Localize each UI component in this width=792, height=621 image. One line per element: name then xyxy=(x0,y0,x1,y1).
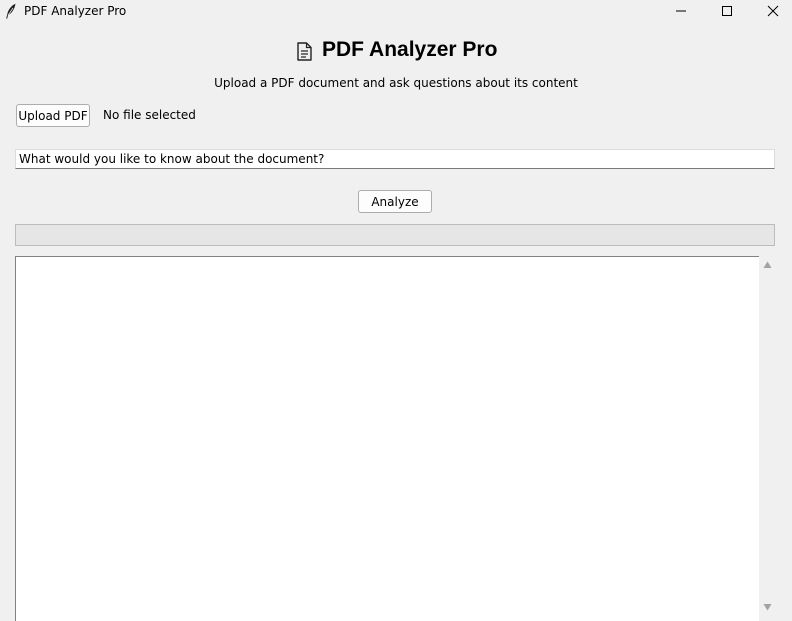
upload-pdf-button[interactable]: Upload PDF xyxy=(16,104,90,127)
scroll-up-arrow-icon[interactable] xyxy=(763,261,772,269)
minimize-icon xyxy=(676,10,686,12)
window-title: PDF Analyzer Pro xyxy=(24,4,127,18)
progress-bar xyxy=(15,224,775,246)
analyze-button[interactable]: Analyze xyxy=(358,190,432,213)
question-input[interactable] xyxy=(15,149,775,169)
close-button[interactable] xyxy=(750,0,792,22)
close-icon xyxy=(767,5,779,17)
file-status-label: No file selected xyxy=(103,108,196,122)
output-text-area[interactable] xyxy=(15,256,759,621)
minimize-button[interactable] xyxy=(658,0,704,22)
maximize-button[interactable] xyxy=(704,0,750,22)
scroll-down-arrow-icon[interactable] xyxy=(763,603,772,611)
document-icon xyxy=(297,42,312,61)
page-title: PDF Analyzer Pro xyxy=(322,38,498,61)
window-title-bar[interactable]: PDF Analyzer Pro xyxy=(0,0,792,22)
output-scrollbar[interactable] xyxy=(759,256,776,621)
page-subtitle: Upload a PDF document and ask questions … xyxy=(214,76,578,90)
feather-icon xyxy=(6,3,16,19)
maximize-icon xyxy=(722,6,732,16)
